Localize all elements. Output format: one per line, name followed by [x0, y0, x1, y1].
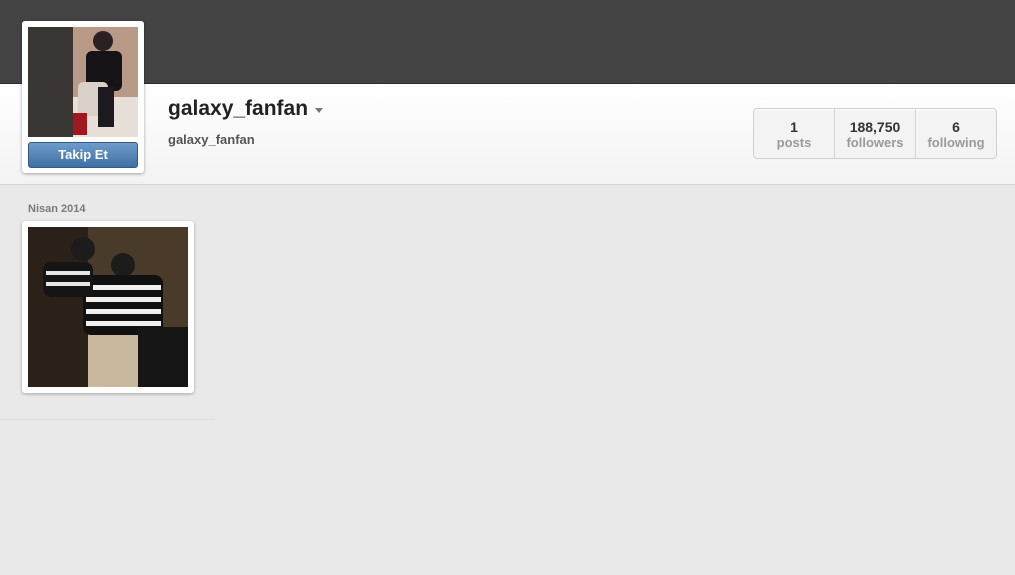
stat-value: 1 [790, 119, 798, 135]
full-name: galaxy_fanfan [168, 132, 255, 147]
stat-label: following [927, 135, 985, 150]
divider [0, 419, 215, 420]
stat-posts[interactable]: 1 posts [754, 109, 834, 158]
stat-value: 6 [952, 119, 960, 135]
stat-value: 188,750 [849, 119, 901, 135]
stat-followers[interactable]: 188,750 followers [834, 109, 915, 158]
avatar[interactable] [28, 27, 138, 137]
stat-label: followers [846, 135, 904, 150]
stat-label: posts [776, 135, 812, 150]
photo-thumbnail[interactable] [22, 221, 194, 393]
username: galaxy_fanfan [168, 97, 309, 120]
profile-stats: 1 posts 188,750 followers 6 following [753, 108, 997, 159]
follow-button[interactable]: Takip Et [28, 142, 138, 168]
top-bar [0, 0, 1015, 84]
photo-image [28, 227, 188, 387]
date-label: Nisan 2014 [28, 203, 86, 215]
stat-following[interactable]: 6 following [915, 109, 996, 158]
avatar-card: Takip Et [22, 21, 144, 173]
chevron-down-icon[interactable] [315, 108, 324, 113]
username-row: galaxy_fanfan [168, 97, 324, 121]
